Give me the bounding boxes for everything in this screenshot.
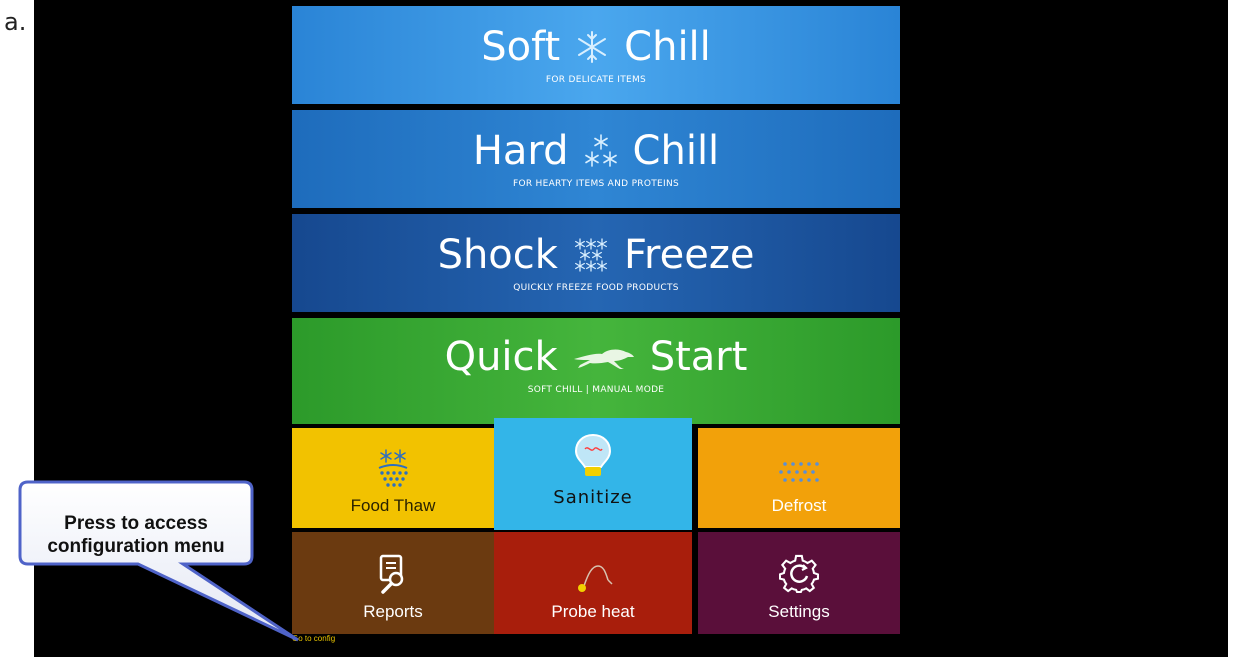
shock-freeze-subtitle: QUICKLY FREEZE FOOD PRODUCTS bbox=[513, 283, 679, 293]
shock-freeze-title-right: Freeze bbox=[623, 232, 755, 278]
go-to-config-link[interactable]: Go to config bbox=[292, 634, 335, 643]
gear-icon bbox=[779, 554, 819, 594]
sanitize-label: Sanitize bbox=[553, 487, 633, 508]
uv-bulb-icon bbox=[573, 433, 613, 479]
hard-chill-subtitle: FOR HEARTY ITEMS AND PROTEINS bbox=[512, 179, 680, 189]
triple-snowflake-icon bbox=[583, 133, 619, 169]
shock-freeze-button[interactable]: Shock Freeze QUICKLY FREEZE FOOD PRODUCT… bbox=[292, 214, 900, 312]
settings-label: Settings bbox=[768, 602, 830, 621]
quick-start-title-right: Start bbox=[649, 334, 748, 380]
probe-heat-label: Probe heat bbox=[551, 602, 635, 621]
sanitize-button[interactable]: Sanitize bbox=[494, 418, 692, 530]
droplets-icon bbox=[777, 458, 821, 488]
single-snowflake-icon bbox=[574, 29, 610, 65]
food-thaw-label: Food Thaw bbox=[350, 496, 436, 515]
settings-button[interactable]: Settings bbox=[698, 532, 900, 634]
shock-freeze-title: Shock Freeze bbox=[438, 233, 755, 277]
probe-heat-icon bbox=[570, 560, 616, 594]
report-magnifier-icon bbox=[376, 554, 410, 594]
many-snowflakes-icon bbox=[572, 237, 610, 273]
shock-freeze-title-left: Shock bbox=[437, 232, 558, 278]
hard-chill-button[interactable]: Hard Chill FOR HEARTY ITEMS AND PROTEINS bbox=[292, 110, 900, 208]
soft-chill-button[interactable]: Soft Chill FOR DELICATE ITEMS bbox=[292, 6, 900, 104]
figure-label: a. bbox=[4, 8, 27, 36]
soft-chill-title: Soft Chill bbox=[481, 25, 711, 69]
reports-button[interactable]: Reports bbox=[292, 532, 494, 634]
quick-start-button[interactable]: Quick Start SOFT CHILL | MANUAL MODE bbox=[292, 318, 900, 424]
function-tile-grid: Food Thaw Sanitize Defrost Reports Probe… bbox=[292, 418, 900, 634]
callout-line-2: configuration menu bbox=[47, 536, 225, 557]
defrost-label: Defrost bbox=[771, 496, 827, 515]
reports-label: Reports bbox=[363, 602, 423, 621]
melting-snowflakes-icon bbox=[373, 448, 413, 488]
food-thaw-button[interactable]: Food Thaw bbox=[292, 428, 494, 528]
callout-text: Press to access configuration menu bbox=[18, 512, 254, 558]
soft-chill-title-right: Chill bbox=[624, 24, 711, 70]
quick-start-title: Quick Start bbox=[445, 335, 748, 379]
probe-heat-button[interactable]: Probe heat bbox=[494, 532, 692, 634]
soft-chill-title-left: Soft bbox=[481, 24, 561, 70]
running-greyhound-icon bbox=[572, 343, 636, 371]
hard-chill-title-left: Hard bbox=[472, 128, 569, 174]
quick-start-subtitle: SOFT CHILL | MANUAL MODE bbox=[527, 385, 665, 395]
soft-chill-subtitle: FOR DELICATE ITEMS bbox=[545, 75, 647, 85]
hard-chill-title-right: Chill bbox=[632, 128, 720, 174]
hard-chill-title: Hard Chill bbox=[473, 129, 719, 173]
mode-panel: Soft Chill FOR DELICATE ITEMS Hard Chill… bbox=[292, 6, 900, 634]
callout-line-1: Press to access bbox=[64, 513, 208, 534]
defrost-button[interactable]: Defrost bbox=[698, 428, 900, 528]
quick-start-title-left: Quick bbox=[444, 334, 558, 380]
